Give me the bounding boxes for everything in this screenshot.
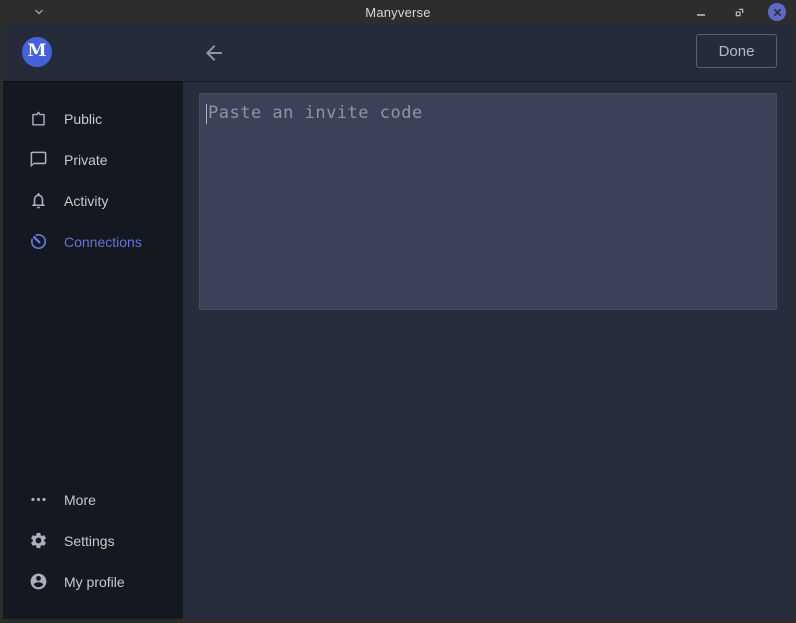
app-window: Manyverse M Done [0,0,796,623]
text-caret [206,104,207,124]
gear-icon [28,531,48,551]
sidebar-item-settings[interactable]: Settings [3,520,183,561]
sidebar-item-more[interactable]: More [3,479,183,520]
logo-letter: M [28,43,47,61]
gauge-icon [28,232,48,252]
window-title: Manyverse [0,5,796,20]
restore-button[interactable] [730,3,748,21]
done-button[interactable]: Done [696,34,777,68]
invite-code-input[interactable] [199,93,777,310]
invite-input-wrap [199,93,777,310]
sidebar-item-connections[interactable]: Connections [3,221,183,262]
sidebar-item-label: Connections [64,234,142,250]
sidebar-item-activity[interactable]: Activity [3,180,183,221]
minimize-button[interactable] [692,3,710,21]
sidebar-item-label: My profile [64,574,125,590]
sidebar-spacer [3,262,183,479]
message-icon [28,150,48,170]
content-row: Public Private Activity [3,81,793,619]
window-controls [692,0,786,24]
window-body: M Done Public Priva [0,24,796,623]
sidebar-item-public[interactable]: Public [3,98,183,139]
sidebar-item-label: Public [64,111,102,127]
sidebar-item-label: More [64,492,96,508]
manyverse-logo: M [22,37,52,67]
titlebar: Manyverse [0,0,796,24]
dots-icon [28,490,48,510]
chevron-down-icon[interactable] [30,3,48,21]
sidebar-item-label: Settings [64,533,115,549]
back-arrow-icon[interactable] [199,38,229,68]
sidebar-item-label: Private [64,152,108,168]
sidebar-item-my-profile[interactable]: My profile [3,561,183,602]
bulletin-board-icon [28,109,48,129]
bell-icon [28,191,48,211]
app-header: M Done [3,24,793,81]
sidebar: Public Private Activity [3,81,183,619]
close-button[interactable] [768,3,786,21]
main-panel [183,81,793,619]
sidebar-item-private[interactable]: Private [3,139,183,180]
account-circle-icon [28,572,48,592]
sidebar-item-label: Activity [64,193,108,209]
